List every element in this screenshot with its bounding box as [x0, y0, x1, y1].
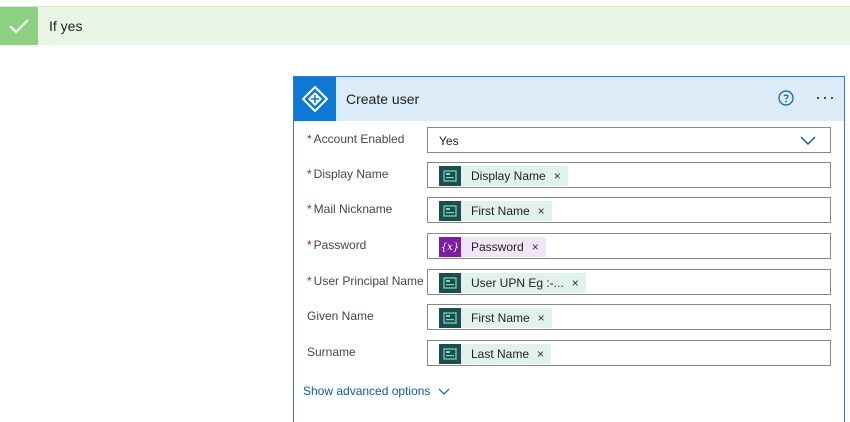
remove-token-icon[interactable]: × [535, 347, 551, 361]
required-marker: * [307, 132, 312, 146]
required-marker: * [307, 202, 312, 216]
action-title: Create user [346, 91, 420, 107]
field-label: Given Name [307, 309, 374, 323]
mail-nickname-field[interactable]: First Name × [427, 197, 831, 223]
field-row-password: * Password {x} Password × [294, 233, 844, 261]
azure-ad-icon [294, 77, 336, 121]
dynamic-content-token[interactable]: User UPN Eg :-... × [439, 273, 586, 293]
display-name-field[interactable]: Display Name × [427, 162, 831, 188]
token-label: Password [471, 240, 524, 254]
account-enabled-dropdown[interactable]: Yes [427, 127, 831, 153]
forms-icon [439, 308, 461, 328]
field-row-user-principal-name: * User Principal Name User UPN Eg :-... × [294, 269, 844, 297]
create-user-action-card: Create user ··· * Account Enabled Yes * Di… [293, 76, 845, 422]
help-icon[interactable] [778, 90, 794, 106]
surname-field[interactable]: Last Name × [427, 340, 831, 366]
remove-token-icon[interactable]: × [570, 276, 586, 290]
chevron-down-icon [800, 136, 816, 146]
token-label: First Name [471, 204, 530, 218]
field-label: * User Principal Name [307, 274, 424, 288]
dropdown-value: Yes [439, 134, 459, 148]
branch-label: If yes [49, 18, 83, 34]
field-row-display-name: * Display Name Display Name × [294, 162, 844, 190]
field-row-surname: Surname Last Name × [294, 340, 844, 368]
more-options-icon[interactable]: ··· [815, 88, 836, 106]
field-row-given-name: Given Name First Name × [294, 304, 844, 332]
password-field[interactable]: {x} Password × [427, 233, 831, 259]
remove-token-icon[interactable]: × [536, 204, 552, 218]
field-label: * Account Enabled [307, 132, 405, 146]
dynamic-content-token[interactable]: First Name × [439, 308, 552, 328]
show-advanced-options-link[interactable]: Show advanced options [303, 384, 450, 398]
field-label: * Display Name [307, 167, 389, 181]
variable-icon: {x} [439, 237, 461, 257]
required-marker: * [307, 167, 312, 181]
forms-icon [439, 273, 461, 293]
checkmark-icon [0, 7, 38, 45]
dynamic-content-token[interactable]: Last Name × [439, 344, 552, 364]
chevron-down-icon [439, 388, 450, 395]
variable-token[interactable]: {x} Password × [439, 237, 546, 257]
token-label: Display Name [471, 169, 546, 183]
forms-icon [439, 344, 461, 364]
field-label: * Password [307, 238, 367, 252]
field-label: * Mail Nickname [307, 202, 393, 216]
required-marker: * [307, 274, 312, 288]
token-label: First Name [471, 311, 530, 325]
given-name-field[interactable]: First Name × [427, 304, 831, 330]
remove-token-icon[interactable]: × [552, 169, 568, 183]
user-principal-name-field[interactable]: User UPN Eg :-... × [427, 269, 831, 295]
forms-icon [439, 201, 461, 221]
dynamic-content-token[interactable]: First Name × [439, 201, 552, 221]
token-label: User UPN Eg :-... [471, 276, 564, 290]
field-label: Surname [307, 345, 356, 359]
field-row-mail-nickname: * Mail Nickname First Name × [294, 197, 844, 225]
field-row-account-enabled: * Account Enabled Yes [294, 127, 844, 155]
advanced-label: Show advanced options [303, 384, 431, 398]
dynamic-content-token[interactable]: Display Name × [439, 166, 568, 186]
if-yes-branch[interactable]: If yes [0, 6, 850, 45]
forms-icon [439, 166, 461, 186]
token-label: Last Name [471, 347, 530, 361]
action-header[interactable]: Create user ··· [294, 77, 844, 121]
required-marker: * [307, 238, 312, 252]
remove-token-icon[interactable]: × [530, 240, 546, 254]
remove-token-icon[interactable]: × [536, 311, 552, 325]
